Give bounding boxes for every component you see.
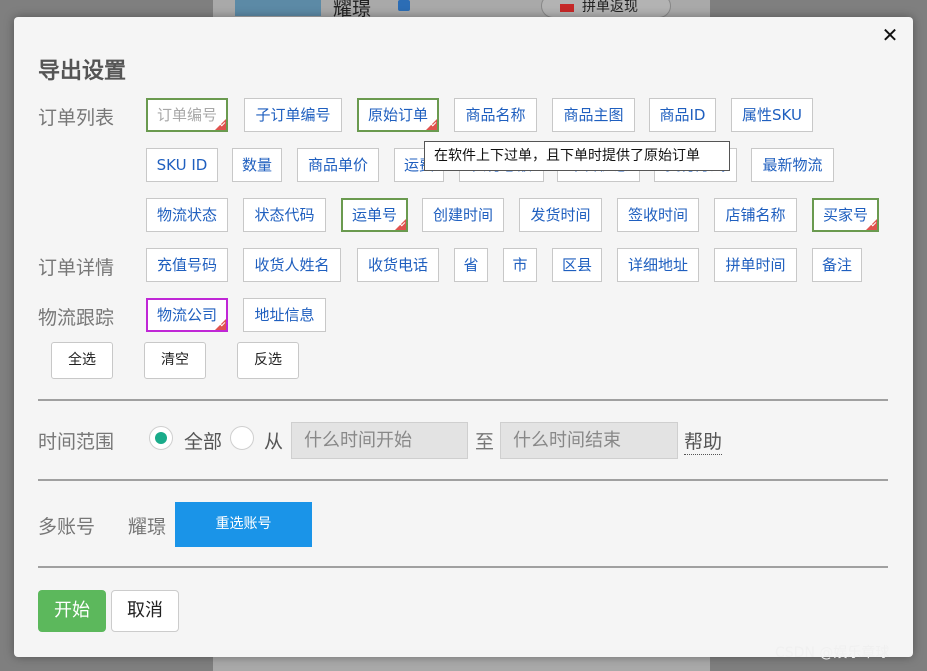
field-tag-label: 地址信息 — [254, 306, 315, 324]
field-tag[interactable]: 商品ID — [649, 98, 716, 132]
field-tag[interactable]: 物流状态 — [146, 198, 228, 232]
field-tag[interactable]: 商品主图 — [552, 98, 635, 132]
check-corner-icon — [426, 119, 437, 130]
check-corner-icon — [866, 219, 877, 230]
radio-from-label: 从 — [264, 431, 284, 453]
field-tag[interactable]: 店铺名称 — [714, 198, 797, 232]
field-tag[interactable]: 属性SKU — [731, 98, 813, 132]
field-tag-label: 商品ID — [659, 106, 706, 124]
field-tag-label: 数量 — [241, 156, 272, 174]
export-settings-dialog: ✕ 导出设置 订单列表 订单详情 物流跟踪 订单编号 子订单编号 原始订单 商品… — [14, 17, 913, 657]
field-tag[interactable]: 买家号 — [812, 198, 879, 232]
field-tag-label: 收货电话 — [367, 256, 428, 274]
field-tag-label: 商品主图 — [563, 106, 624, 124]
account-name: 耀璟 — [128, 516, 167, 538]
detail-tag[interactable]: 区县 — [552, 248, 602, 282]
divider — [38, 479, 888, 481]
divider — [38, 566, 888, 568]
field-tag[interactable]: 原始订单 — [357, 98, 439, 132]
help-link[interactable]: 帮助 — [684, 427, 723, 455]
background-pill: 拼单返现 — [541, 0, 671, 18]
field-tag[interactable]: 签收时间 — [617, 198, 699, 232]
field-tag-label: 发货时间 — [530, 206, 591, 224]
detail-tag[interactable]: 收货电话 — [357, 248, 439, 282]
section-label-order-list: 订单列表 — [38, 107, 115, 129]
field-tag-label: 原始订单 — [367, 106, 428, 124]
detail-tag[interactable]: 省 — [454, 248, 488, 282]
field-tag-label: 买家号 — [822, 206, 868, 224]
field-tag-label: 商品名称 — [465, 106, 526, 124]
field-tag[interactable]: 发货时间 — [519, 198, 602, 232]
reselect-account-button[interactable]: 重选账号 — [175, 502, 312, 547]
field-tag-label: 省 — [463, 256, 479, 274]
field-tag-label: 拼单时间 — [725, 256, 786, 274]
field-tag-label: 运单号 — [351, 206, 397, 224]
to-label: 至 — [475, 431, 495, 453]
field-tag-label: 状态代码 — [254, 206, 315, 224]
invert-button[interactable]: 反选 — [237, 342, 299, 379]
detail-tag[interactable]: 收货人姓名 — [243, 248, 341, 282]
cancel-button[interactable]: 取消 — [111, 590, 179, 632]
start-time-input[interactable]: 什么时间开始 — [291, 422, 468, 459]
check-corner-icon — [215, 319, 226, 330]
field-tag-label: 创建时间 — [432, 206, 493, 224]
section-label-order-detail: 订单详情 — [38, 257, 115, 279]
field-tag-label: 订单编号 — [156, 106, 217, 124]
field-tag[interactable]: 子订单编号 — [244, 98, 342, 132]
radio-all-label: 全部 — [184, 431, 223, 453]
field-tag[interactable]: 商品单价 — [297, 148, 379, 182]
field-tag-label: 商品单价 — [307, 156, 368, 174]
field-tag-label: 备注 — [821, 256, 852, 274]
detail-tag[interactable]: 充值号码 — [146, 248, 228, 282]
gift-icon — [560, 4, 574, 12]
end-time-input[interactable]: 什么时间结束 — [500, 422, 678, 459]
check-corner-icon — [395, 219, 406, 230]
field-tag-label: 收货人姓名 — [254, 256, 330, 274]
field-tag-label: 详细地址 — [627, 256, 688, 274]
field-tag[interactable]: SKU ID — [146, 148, 218, 182]
radio-all[interactable] — [149, 426, 173, 450]
field-tag[interactable]: 商品名称 — [454, 98, 537, 132]
start-button[interactable]: 开始 — [38, 590, 106, 632]
clear-button[interactable]: 清空 — [144, 342, 206, 379]
phone-icon — [398, 0, 410, 11]
field-tag-label: 属性SKU — [742, 106, 802, 124]
time-range-label: 时间范围 — [38, 431, 115, 453]
field-tag[interactable]: 创建时间 — [422, 198, 504, 232]
field-tag-label: 区县 — [561, 256, 592, 274]
original-order-tooltip: 在软件上下过单，且下单时提供了原始订单 — [424, 141, 730, 171]
field-tag-label: 物流状态 — [156, 206, 217, 224]
field-tag-label: 充值号码 — [156, 256, 217, 274]
field-tag-label: 最新物流 — [762, 156, 823, 174]
detail-tag[interactable]: 备注 — [812, 248, 862, 282]
detail-tag[interactable]: 拼单时间 — [714, 248, 797, 282]
field-tag[interactable]: 运单号 — [341, 198, 408, 232]
section-label-logistics: 物流跟踪 — [38, 307, 115, 329]
logistics-tag[interactable]: 地址信息 — [243, 298, 326, 332]
field-tag-label: 物流公司 — [156, 306, 217, 324]
field-tag[interactable]: 订单编号 — [146, 98, 228, 132]
radio-from[interactable] — [230, 426, 254, 450]
field-tag-label: 店铺名称 — [725, 206, 786, 224]
close-icon[interactable]: ✕ — [880, 23, 900, 47]
multi-account-label: 多账号 — [38, 516, 96, 538]
field-tag-label: SKU ID — [156, 156, 208, 174]
field-tag[interactable]: 最新物流 — [751, 148, 834, 182]
dialog-title: 导出设置 — [38, 59, 127, 84]
check-corner-icon — [215, 119, 226, 130]
detail-tag[interactable]: 市 — [503, 248, 537, 282]
divider — [38, 399, 888, 401]
field-tag[interactable]: 状态代码 — [243, 198, 326, 232]
field-tag-label: 签收时间 — [627, 206, 688, 224]
detail-tag[interactable]: 详细地址 — [617, 248, 699, 282]
field-tag-label: 市 — [512, 256, 528, 274]
background-product-thumbnail — [235, 0, 321, 16]
watermark: CSDN @娱乐章球 — [775, 645, 890, 661]
background-pill-label: 拼单返现 — [582, 0, 638, 15]
select-all-button[interactable]: 全选 — [51, 342, 113, 379]
logistics-tag[interactable]: 物流公司 — [146, 298, 228, 332]
field-tag[interactable]: 数量 — [232, 148, 282, 182]
field-tag-label: 子订单编号 — [255, 106, 331, 124]
